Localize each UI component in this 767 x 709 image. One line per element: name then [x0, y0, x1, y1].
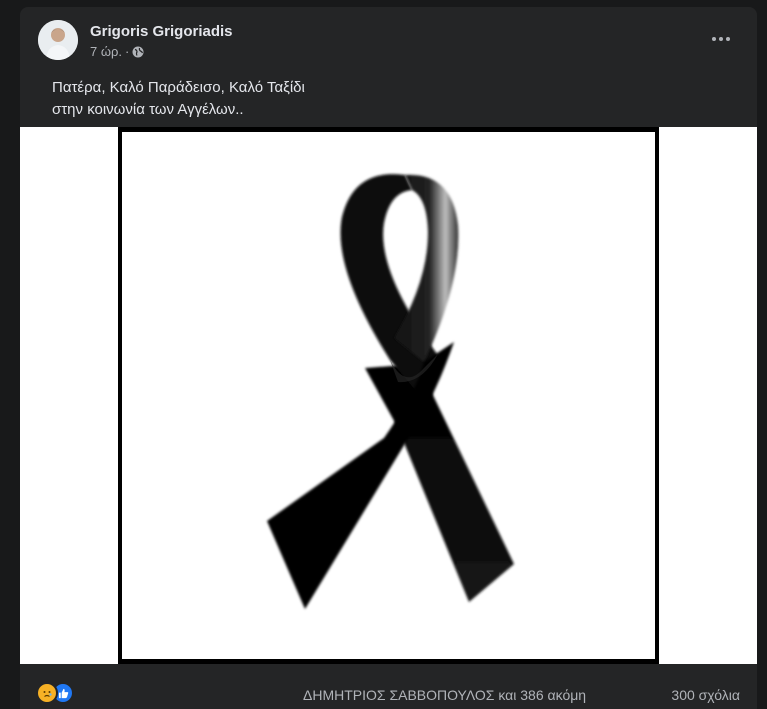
sad-reaction-icon — [36, 682, 58, 704]
post-text-line: Πατέρα, Καλό Παράδεισο, Καλό Ταξίδι — [52, 79, 305, 96]
avatar-photo — [38, 20, 78, 60]
reaction-icons[interactable] — [36, 682, 74, 704]
image-content — [122, 132, 655, 659]
reactors-summary[interactable]: ΔΗΜΗΤΡΙΟΣ ΣΑΒΒΟΠΟΥΛΟΣ και 386 ακόμη — [303, 687, 586, 703]
meta-separator: · — [125, 44, 130, 59]
post-image[interactable] — [20, 127, 757, 664]
avatar[interactable] — [38, 20, 78, 60]
more-dot — [726, 37, 730, 41]
post-header: Grigoris Grigoriadis 7 ώρ. · — [20, 7, 757, 67]
post-text-line: στην κοινωνία των Αγγέλων.. — [52, 101, 244, 118]
post-time[interactable]: 7 ώρ. — [90, 44, 122, 59]
post-card: Grigoris Grigoriadis 7 ώρ. · Πατέρα, Καλ… — [20, 7, 757, 709]
black-ribbon-image — [267, 174, 514, 609]
more-dot — [712, 37, 716, 41]
globe-icon[interactable] — [132, 46, 144, 58]
image-frame — [118, 127, 659, 664]
post-text: Πατέρα, Καλό Παράδεισο, Καλό Ταξίδι στην… — [52, 77, 732, 121]
page: Grigoris Grigoriadis 7 ώρ. · Πατέρα, Καλ… — [0, 0, 767, 709]
more-options-button[interactable] — [703, 27, 739, 51]
comments-count[interactable]: 300 σχόλια — [671, 687, 740, 703]
post-meta: 7 ώρ. · — [90, 44, 144, 59]
post-footer: ΔΗΜΗΤΡΙΟΣ ΣΑΒΒΟΠΟΥΛΟΣ και 386 ακόμη 300 … — [20, 664, 757, 709]
more-dot — [719, 37, 723, 41]
author-name[interactable]: Grigoris Grigoriadis — [90, 23, 233, 40]
